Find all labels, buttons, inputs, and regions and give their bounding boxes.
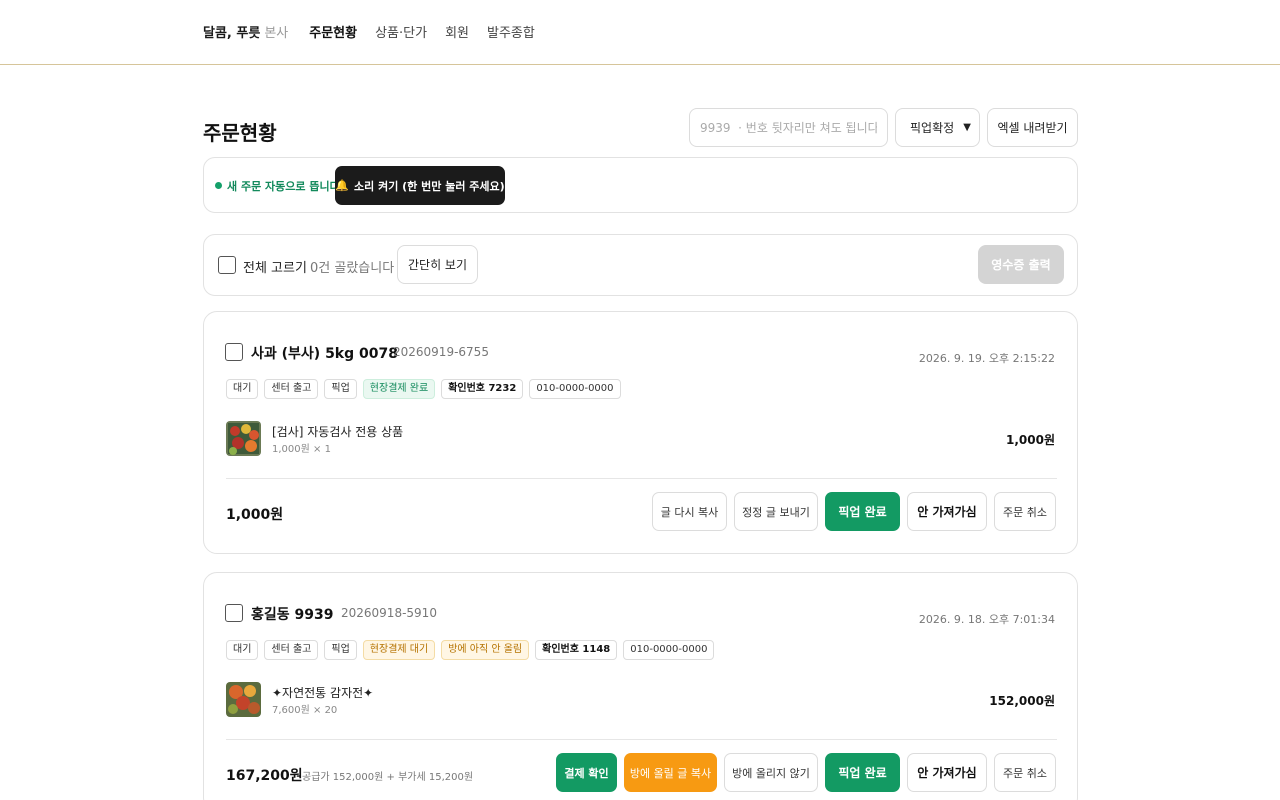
tag-phone: 010-0000-0000 xyxy=(623,640,715,660)
item-amount: 152,000원 xyxy=(989,694,1055,708)
tag-payment: 현장결제 대기 xyxy=(362,640,436,660)
status-filter-value: 픽업확정 xyxy=(910,121,955,135)
order-card: 사과 (부사) 5kg 0078 20260919-6755 2026. 9. … xyxy=(203,311,1078,554)
item-amount: 1,000원 xyxy=(1006,433,1055,447)
send-correction-button[interactable]: 정정 글 보내기 xyxy=(734,492,818,531)
order-total: 167,200원 xyxy=(226,768,303,784)
order-customer-name: 사과 (부사) 5kg 0078 xyxy=(251,346,398,362)
chevron-down-icon: ▼ xyxy=(963,122,971,133)
nav-item-purchase-summary[interactable]: 발주종합 xyxy=(487,22,535,41)
sound-on-label: 소리 켜기 (한 번만 눌러 주세요) xyxy=(354,179,505,193)
cancel-order-button[interactable]: 주문 취소 xyxy=(994,492,1056,531)
order-checkbox[interactable] xyxy=(225,343,243,361)
select-all-label[interactable]: 전체 고르기 xyxy=(243,257,307,276)
copy-again-button[interactable]: 글 다시 복사 xyxy=(652,492,727,531)
search-input[interactable] xyxy=(689,108,888,147)
order-total: 1,000원 xyxy=(226,507,284,523)
order-card: 홍길동 9939 20260918-5910 2026. 9. 18. 오후 7… xyxy=(203,572,1078,800)
tag-confirm-number: 확인번호 7232 xyxy=(441,379,524,399)
tag-release: 센터 출고 xyxy=(264,379,319,399)
order-tags: 대기 센터 출고 픽업 현장결제 대기 방에 아직 안 올림 확인번호 1148… xyxy=(226,640,720,660)
confirm-payment-button[interactable]: 결제 확인 xyxy=(556,753,617,792)
product-thumbnail xyxy=(226,682,261,717)
tag-phone: 010-0000-0000 xyxy=(529,379,621,399)
order-tags: 대기 센터 출고 픽업 현장결제 완료 확인번호 7232 010-0000-0… xyxy=(226,379,627,399)
print-receipt-button[interactable]: 영수증 출력 xyxy=(978,245,1064,284)
live-status-dot-icon xyxy=(215,182,222,189)
tag-confirm-number: 확인번호 1148 xyxy=(535,640,618,660)
nav-item-orders[interactable]: 주문현황 xyxy=(309,22,357,41)
tag-status: 대기 xyxy=(226,640,259,660)
selected-count: 0건 골랐습니다 xyxy=(310,261,395,276)
item-price-qty: 7,600원 × 20 xyxy=(272,705,338,716)
tag-payment: 현장결제 완료 xyxy=(362,379,436,399)
pickup-complete-button[interactable]: 픽업 완료 xyxy=(825,492,900,531)
order-divider xyxy=(226,739,1057,740)
order-tax-breakdown: 공급가 152,000원 + 부가세 15,200원 xyxy=(302,772,474,783)
tag-pickup: 픽업 xyxy=(324,640,357,660)
brand-name[interactable]: 달콤, 푸릇 xyxy=(203,22,260,41)
order-checkbox[interactable] xyxy=(225,604,243,622)
tag-pickup: 픽업 xyxy=(324,379,357,399)
top-nav-inner: 달콤, 푸릇 본사 주문현황 상품·단가 회원 발주종합 xyxy=(203,22,553,41)
order-number: 20260919-6755 xyxy=(393,345,489,359)
nav-item-products[interactable]: 상품·단가 xyxy=(375,22,427,41)
live-status-text: 새 주문 자동으로 뜹니다 xyxy=(227,180,340,193)
excel-download-button[interactable]: 엑셀 내려받기 xyxy=(987,108,1078,147)
top-nav-bar: 달콤, 푸릇 본사 주문현황 상품·단가 회원 발주종합 xyxy=(0,0,1280,65)
status-filter-select[interactable]: 픽업확정 ▼ xyxy=(895,108,980,147)
tag-release: 센터 출고 xyxy=(264,640,319,660)
sound-on-button[interactable]: 🔔 소리 켜기 (한 번만 눌러 주세요) xyxy=(335,166,505,205)
bulk-toolbar: 전체 고르기 0건 골랐습니다 간단히 보기 영수증 출력 xyxy=(203,234,1078,296)
live-notice-box: 새 주문 자동으로 뜹니다 🔔 소리 켜기 (한 번만 눌러 주세요) xyxy=(203,157,1078,213)
select-all-checkbox[interactable] xyxy=(218,256,236,274)
copy-room-post-button[interactable]: 방에 올릴 글 복사 xyxy=(624,753,717,792)
item-name: [검사] 자동검사 전용 상품 xyxy=(272,425,404,439)
page-title: 주문현황 xyxy=(203,121,277,145)
skip-room-post-button[interactable]: 방에 올리지 않기 xyxy=(724,753,818,792)
product-thumbnail xyxy=(226,421,261,456)
tag-status: 대기 xyxy=(226,379,259,399)
bell-icon: 🔔 xyxy=(335,179,350,192)
main-nav: 주문현황 상품·단가 회원 발주종합 xyxy=(309,22,553,41)
item-price-qty: 1,000원 × 1 xyxy=(272,444,331,455)
order-number: 20260918-5910 xyxy=(341,606,437,620)
order-time: 2026. 9. 18. 오후 7:01:34 xyxy=(918,613,1055,626)
not-picked-up-button[interactable]: 안 가져가심 xyxy=(907,492,987,531)
order-divider xyxy=(226,478,1057,479)
order-time: 2026. 9. 19. 오후 2:15:22 xyxy=(918,352,1055,365)
simple-view-button[interactable]: 간단히 보기 xyxy=(397,245,478,284)
order-customer-name: 홍길동 9939 xyxy=(251,607,334,623)
item-name: ✦자연전통 감자전✦ xyxy=(272,686,374,700)
pickup-complete-button[interactable]: 픽업 완료 xyxy=(825,753,900,792)
not-picked-up-button[interactable]: 안 가져가심 xyxy=(907,753,987,792)
cancel-order-button[interactable]: 주문 취소 xyxy=(994,753,1056,792)
nav-item-members[interactable]: 회원 xyxy=(445,22,469,41)
tag-room-post: 방에 아직 안 올림 xyxy=(441,640,530,660)
brand-sub: 본사 xyxy=(264,26,289,41)
